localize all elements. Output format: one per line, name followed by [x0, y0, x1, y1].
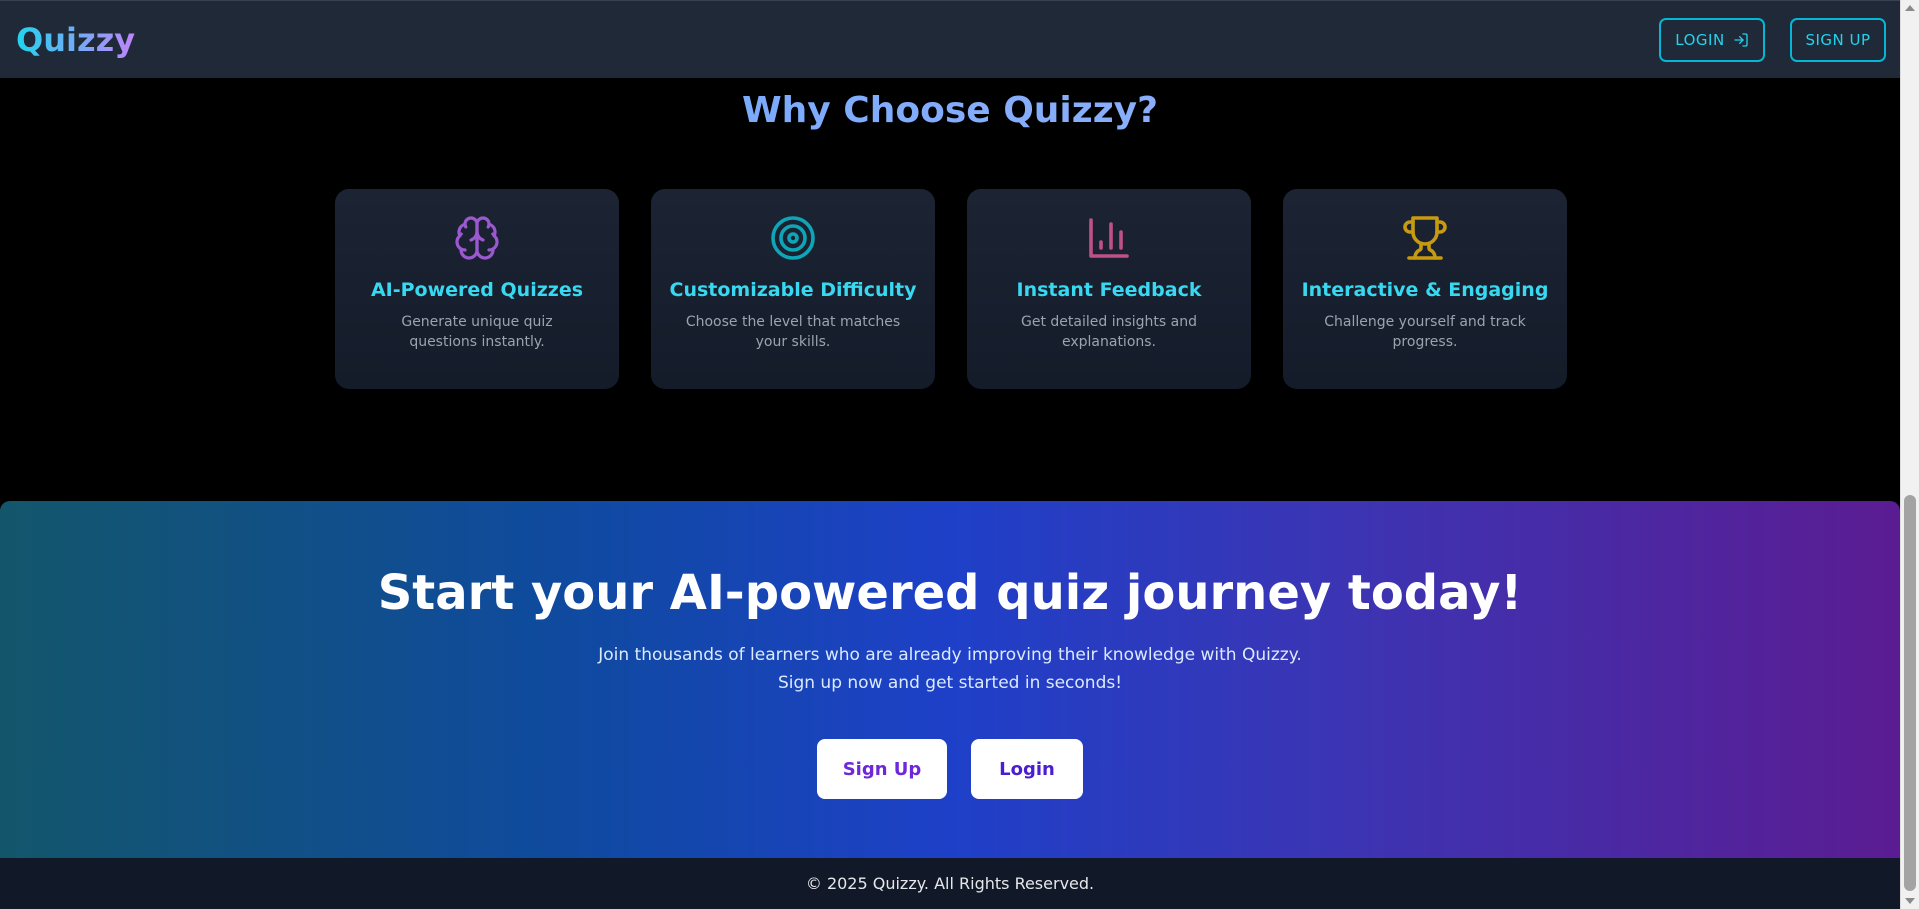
logo[interactable]: Quizzy	[16, 21, 135, 59]
feature-title: Instant Feedback	[1016, 279, 1202, 301]
cta-subtitle: Join thousands of learners who are alrea…	[598, 645, 1302, 693]
feature-description: Choose the level that matches your skill…	[685, 314, 901, 350]
login-icon	[1734, 32, 1748, 47]
feature-card-ai-quizzes: AI-Powered Quizzes Generate unique quiz …	[335, 189, 619, 389]
feature-description: Challenge yourself and track progress.	[1324, 314, 1526, 350]
signup-button[interactable]: SIGN UP	[1790, 17, 1886, 62]
scroll-up-arrow-icon[interactable]	[1905, 5, 1915, 11]
feature-card-feedback: Instant Feedback Get detailed insights a…	[967, 189, 1251, 389]
features-grid: AI-Powered Quizzes Generate unique quiz …	[335, 189, 1567, 389]
copyright-text: © 2025 Quizzy. All Rights Reserved.	[805, 874, 1095, 893]
cta-login-button[interactable]: Login	[971, 739, 1083, 799]
scrollbar-thumb[interactable]	[1904, 495, 1916, 891]
feature-title: Interactive & Engaging	[1301, 279, 1549, 301]
feature-card-interactive: Interactive & Engaging Challenge yoursel…	[1283, 189, 1567, 389]
signup-button-label: SIGN UP	[1805, 30, 1871, 49]
feature-card-difficulty: Customizable Difficulty Choose the level…	[651, 189, 935, 389]
footer: © 2025 Quizzy. All Rights Reserved.	[0, 858, 1900, 909]
feature-description: Get detailed insights and explanations.	[1021, 314, 1197, 350]
target-icon	[768, 213, 818, 263]
scroll-down-arrow-icon[interactable]	[1905, 898, 1915, 904]
bar-chart-icon	[1084, 213, 1134, 263]
login-button[interactable]: LOGIN	[1659, 17, 1765, 62]
cta-signup-button[interactable]: Sign Up	[817, 739, 947, 799]
brain-icon	[452, 213, 502, 263]
feature-title: AI-Powered Quizzes	[370, 279, 584, 301]
nav-actions: LOGIN SIGN UP	[1659, 17, 1886, 62]
login-button-label: LOGIN	[1675, 30, 1725, 49]
cta-banner: Start your AI-powered quiz journey today…	[0, 501, 1900, 858]
cta-title: Start your AI-powered quiz journey today…	[377, 565, 1523, 621]
feature-title: Customizable Difficulty	[669, 279, 917, 301]
cta-actions: Sign Up Login	[0, 739, 1900, 799]
trophy-icon	[1400, 213, 1450, 263]
features-title: Why Choose Quizzy?	[0, 90, 1900, 131]
top-navbar: Quizzy LOGIN SIGN UP	[0, 0, 1900, 78]
feature-description: Generate unique quiz questions instantly…	[401, 314, 553, 350]
page-scrollbar[interactable]	[1900, 0, 1919, 909]
